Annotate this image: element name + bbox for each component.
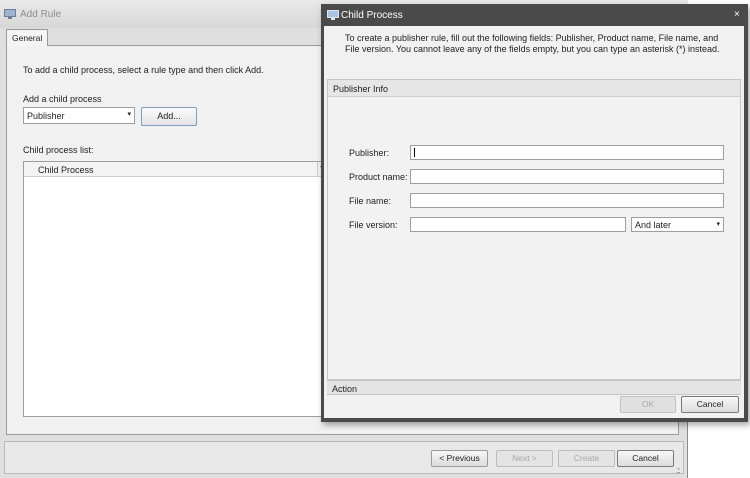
file-name-label: File name: — [349, 196, 392, 206]
child-process-list[interactable]: Child Process T — [23, 161, 333, 417]
rule-type-value: Publisher — [27, 111, 65, 121]
child-process-dialog: Child Process × To create a publisher ru… — [321, 4, 748, 422]
add-child-process-label: Add a child process — [23, 94, 102, 104]
create-button[interactable]: Create — [558, 450, 615, 467]
publisher-info-header: Publisher Info — [328, 80, 740, 97]
text-caret — [414, 148, 415, 157]
file-version-label: File version: — [349, 220, 398, 230]
main-instructions: To add a child process, select a rule ty… — [23, 65, 264, 75]
chevron-down-icon: ▾ — [127, 111, 131, 118]
list-header: Child Process T — [24, 162, 332, 177]
file-name-input[interactable] — [410, 193, 724, 208]
action-section-header: Action — [327, 380, 741, 395]
dialog-title: Child Process — [341, 10, 403, 21]
product-name-label: Product name: — [349, 172, 408, 182]
app-window-icon — [327, 10, 339, 20]
app-window-icon — [4, 9, 16, 19]
publisher-info-group: Publisher Info Publisher: Product name: … — [327, 79, 741, 380]
dialog-cancel-button[interactable]: Cancel — [681, 396, 739, 413]
add-button[interactable]: Add... — [141, 107, 197, 126]
publisher-input[interactable] — [410, 145, 724, 160]
column-header-child-process[interactable]: Child Process — [24, 162, 318, 177]
file-version-input[interactable] — [410, 217, 626, 232]
resize-grip-icon[interactable]: ::: — [676, 466, 681, 475]
child-process-list-label: Child process list: — [23, 145, 94, 155]
dialog-instructions: To create a publisher rule, fill out the… — [345, 33, 720, 54]
wizard-footer: < Previous Next > Create Cancel — [4, 441, 684, 474]
dialog-body: To create a publisher rule, fill out the… — [324, 26, 744, 418]
ok-button[interactable]: OK — [620, 396, 676, 413]
cancel-button[interactable]: Cancel — [617, 450, 674, 467]
publisher-label: Publisher: — [349, 148, 390, 158]
dialog-title-bar[interactable]: Child Process × — [321, 4, 748, 26]
version-qualifier-dropdown[interactable]: And later ▾ — [631, 217, 724, 232]
close-icon[interactable]: × — [734, 9, 740, 20]
chevron-down-icon: ▾ — [716, 221, 720, 228]
product-name-input[interactable] — [410, 169, 724, 184]
tab-general[interactable]: General — [6, 29, 48, 46]
main-window-title: Add Rule — [20, 9, 62, 20]
version-qualifier-value: And later — [635, 220, 672, 230]
next-button[interactable]: Next > — [496, 450, 553, 467]
rule-type-dropdown[interactable]: Publisher ▾ — [23, 107, 135, 124]
previous-button[interactable]: < Previous — [431, 450, 488, 467]
